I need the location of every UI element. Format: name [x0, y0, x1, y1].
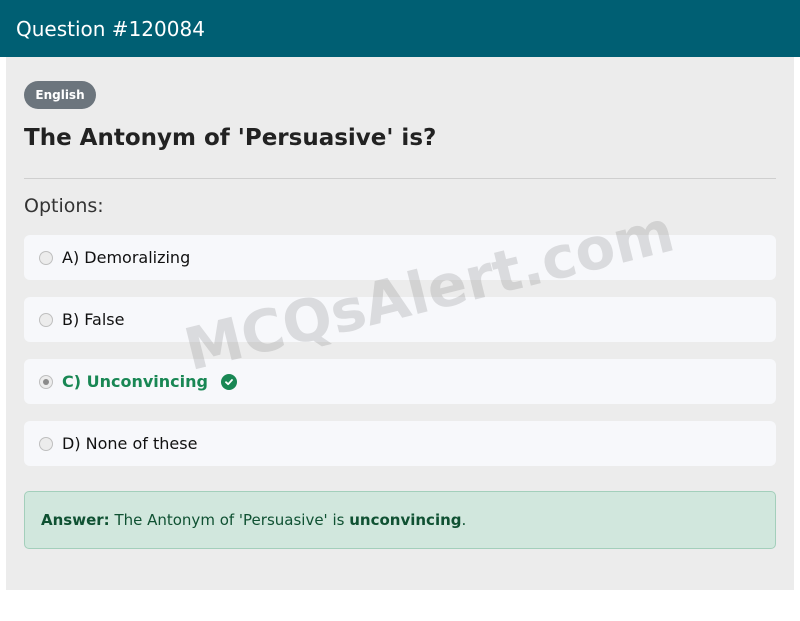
- option-label: B) False: [62, 310, 125, 329]
- page-header: Question #120084: [0, 0, 800, 57]
- check-circle-icon: [221, 373, 237, 390]
- option-label: A) Demoralizing: [62, 248, 191, 267]
- options-label: Options:: [24, 195, 104, 217]
- option-c[interactable]: C) Unconvincing: [24, 359, 776, 404]
- answer-alert: Answer: The Antonym of 'Persuasive' is u…: [24, 491, 776, 549]
- question-card: English The Antonym of 'Persuasive' is? …: [6, 57, 794, 590]
- radio-button[interactable]: [39, 250, 53, 265]
- radio-button-selected[interactable]: [39, 374, 53, 389]
- answer-suffix: .: [461, 511, 467, 529]
- page-title: Question #120084: [16, 16, 205, 41]
- option-d[interactable]: D) None of these: [24, 421, 776, 466]
- option-label: C) Unconvincing: [62, 372, 208, 391]
- option-label: D) None of these: [62, 434, 198, 453]
- option-a[interactable]: A) Demoralizing: [24, 235, 776, 280]
- radio-button[interactable]: [39, 436, 53, 451]
- answer-prefix: Answer:: [41, 511, 110, 529]
- answer-highlight: unconvincing: [349, 511, 462, 529]
- option-b[interactable]: B) False: [24, 297, 776, 342]
- answer-sentence: The Antonym of 'Persuasive' is: [114, 511, 345, 529]
- question-text: The Antonym of 'Persuasive' is?: [24, 125, 437, 151]
- watermark: MCQsAlert.com: [177, 196, 681, 384]
- radio-button[interactable]: [39, 312, 53, 327]
- divider: [24, 178, 776, 179]
- language-badge[interactable]: English: [24, 81, 96, 109]
